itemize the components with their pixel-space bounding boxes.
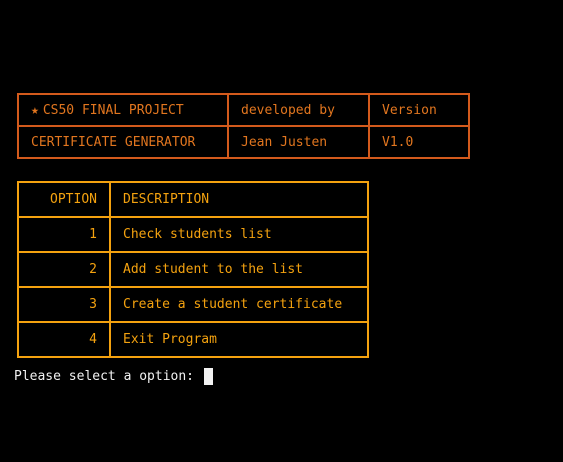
star-icon: ★: [31, 102, 39, 118]
option-prompt[interactable]: Please select a option:: [14, 368, 213, 385]
menu-options-table: OPTION DESCRIPTION 1 Check students list…: [17, 181, 369, 358]
app-name: CERTIFICATE GENERATOR: [17, 125, 229, 159]
option-number: 3: [17, 286, 111, 323]
option-number: 2: [17, 251, 111, 288]
menu-row: 4 Exit Program: [17, 321, 369, 358]
menu-header-row: OPTION DESCRIPTION: [17, 181, 369, 218]
menu-row: 1 Check students list: [17, 216, 369, 253]
project-title-cell: ★ CS50 FINAL PROJECT: [17, 93, 229, 127]
option-description: Create a student certificate: [109, 286, 369, 323]
text-cursor[interactable]: [203, 368, 213, 385]
menu-row: 2 Add student to the list: [17, 251, 369, 288]
project-info-row-1: ★ CS50 FINAL PROJECT developed by Version: [17, 93, 470, 127]
option-description: Exit Program: [109, 321, 369, 358]
version-label: Version: [368, 93, 470, 127]
description-column-header: DESCRIPTION: [109, 181, 369, 218]
version-value: V1.0: [368, 125, 470, 159]
menu-row: 3 Create a student certificate: [17, 286, 369, 323]
option-column-header: OPTION: [17, 181, 111, 218]
option-description: Check students list: [109, 216, 369, 253]
option-number: 1: [17, 216, 111, 253]
developed-by-label: developed by: [227, 93, 370, 127]
option-description: Add student to the list: [109, 251, 369, 288]
terminal-window: ★ CS50 FINAL PROJECT developed by Version…: [0, 0, 563, 462]
option-number: 4: [17, 321, 111, 358]
project-info-table: ★ CS50 FINAL PROJECT developed by Version…: [17, 93, 470, 159]
project-info-row-2: CERTIFICATE GENERATOR Jean Justen V1.0: [17, 125, 470, 159]
prompt-text: Please select a option:: [14, 369, 202, 384]
project-title: CS50 FINAL PROJECT: [42, 102, 184, 118]
developer-name: Jean Justen: [227, 125, 370, 159]
